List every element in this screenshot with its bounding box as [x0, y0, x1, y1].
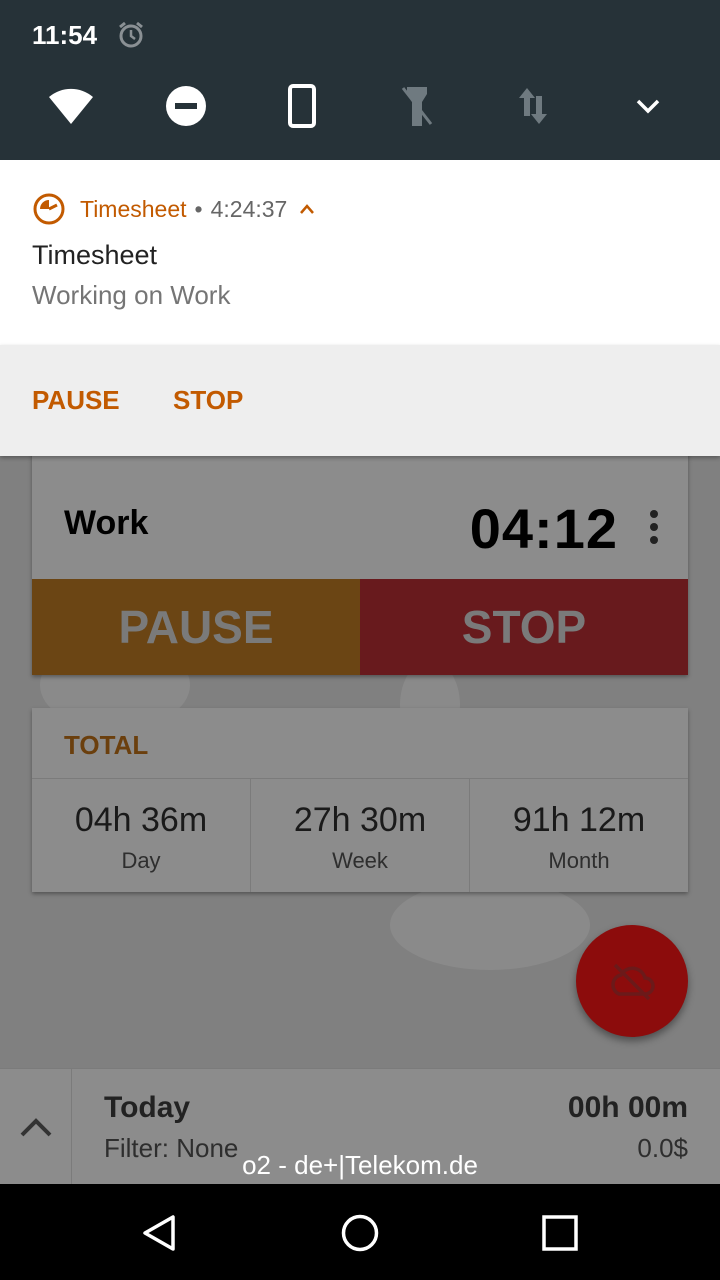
total-day-value: 04h 36m [74, 801, 208, 839]
cloud-off-icon [611, 963, 655, 1001]
recents-button[interactable] [535, 1208, 585, 1258]
total-week: 27h 30m Week [251, 779, 470, 892]
pause-button[interactable]: PAUSE [32, 579, 360, 675]
total-week-label: Week [332, 848, 388, 873]
task-name: Work [64, 504, 149, 542]
total-month: 91h 12m Month [470, 779, 688, 892]
notification-elapsed: 4:24:37 [210, 195, 288, 222]
timesheet-app-icon [33, 193, 65, 225]
notification-title: Timesheet [32, 240, 158, 270]
cloud-sync-button[interactable] [576, 925, 688, 1037]
timer-value: 04:12 [469, 497, 618, 560]
expand-chevron-icon [636, 99, 660, 114]
back-icon [143, 1215, 175, 1251]
home-icon [341, 1214, 379, 1252]
do-not-disturb-icon [166, 86, 206, 126]
total-month-value: 91h 12m [512, 801, 646, 839]
notification-actions: PAUSE STOP [0, 345, 720, 456]
wifi-tile[interactable] [47, 82, 95, 130]
home-button[interactable] [335, 1208, 385, 1258]
recents-icon [542, 1215, 578, 1251]
flashlight-tile[interactable] [393, 82, 441, 130]
total-card: TOTAL 04h 36m Day 27h 30m Week 91h 12m M… [32, 708, 688, 892]
data-tile[interactable] [509, 82, 557, 130]
timer-card: Work 04:12 PAUSE STOP [32, 440, 688, 675]
expand-quick-settings[interactable] [624, 82, 672, 130]
auto-rotate-tile[interactable] [278, 82, 326, 130]
period-total: 00h 00m [567, 1091, 688, 1124]
period-label: Today [104, 1091, 191, 1124]
timesheet-notification[interactable]: Timesheet • 4:24:37 Timesheet Working on… [0, 160, 720, 345]
total-row: 04h 36m Day 27h 30m Week 91h 12m Month [32, 778, 688, 892]
back-button[interactable] [135, 1208, 185, 1258]
total-day: 04h 36m Day [32, 779, 251, 892]
notification-text: Working on Work [32, 280, 231, 310]
flashlight-off-icon [401, 87, 433, 126]
status-time: 11:54 [32, 20, 98, 50]
stop-button[interactable]: STOP [360, 579, 688, 675]
wifi-icon [49, 88, 93, 124]
data-transfer-icon [519, 88, 547, 124]
notification-pause-button[interactable]: PAUSE [32, 385, 120, 416]
collapse-chevron-icon[interactable] [299, 203, 315, 215]
notification-app-name: Timesheet [80, 195, 187, 222]
notification-stop-button[interactable]: STOP [173, 385, 243, 416]
carrier-label: o2 - de+|Telekom.de [242, 1150, 478, 1180]
map-shape [390, 880, 590, 970]
chevron-up-icon [20, 1118, 51, 1137]
auto-rotate-icon [288, 84, 316, 128]
total-week-value: 27h 30m [293, 801, 427, 839]
navigation-bar [0, 1184, 720, 1280]
alarm-icon [119, 21, 143, 48]
notification-header: Timesheet • 4:24:37 [32, 192, 315, 226]
notification-separator: • [194, 195, 203, 222]
do-not-disturb-tile[interactable] [162, 82, 210, 130]
more-options-icon[interactable] [650, 510, 658, 544]
total-month-label: Month [548, 848, 610, 873]
total-title: TOTAL [64, 730, 149, 760]
quick-settings-panel: 11:54 [0, 0, 720, 160]
total-day-label: Day [121, 848, 161, 873]
